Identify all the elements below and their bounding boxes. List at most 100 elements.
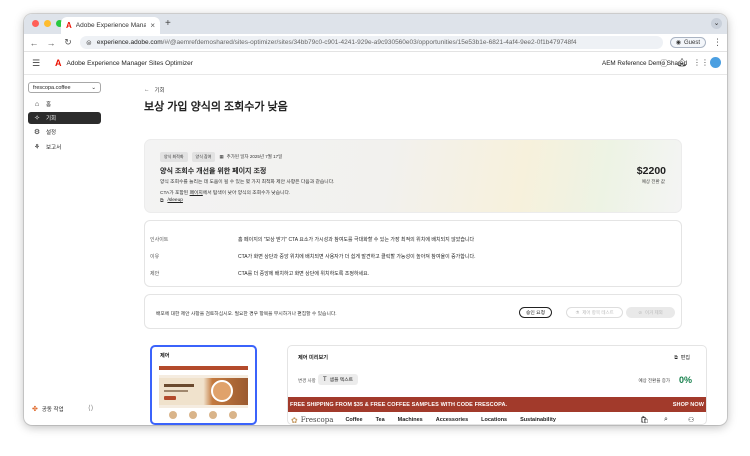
app-title: Adobe Experience Manager Sites Optimizer bbox=[66, 59, 193, 67]
account-icon[interactable]: ⚇ bbox=[688, 416, 694, 424]
sidebar-item-opportunities[interactable]: ✧ 기회 bbox=[28, 112, 101, 124]
browser-toolbar: ← → ↻ ⊜ experience.adobe.com/#/@aemrefde… bbox=[24, 34, 727, 52]
collaboration-button[interactable]: ✤ 공동 작업 bbox=[32, 405, 64, 413]
promo-text: FREE SHIPPING FROM $35 & FREE COFFEE SAM… bbox=[290, 401, 508, 408]
insight-label: 인사이트 bbox=[150, 237, 169, 243]
flower-logo-icon: ✿ bbox=[291, 415, 298, 425]
close-window-button[interactable] bbox=[32, 20, 39, 27]
sidebar-item-label: 설정 bbox=[46, 130, 57, 136]
reload-icon[interactable]: ↻ bbox=[63, 37, 73, 48]
calendar-icon: ▦ bbox=[219, 154, 224, 159]
frescopa-logo[interactable]: ✿ Frescopa bbox=[291, 416, 333, 425]
promo-banner: FREE SHIPPING FROM $35 & FREE COFFEE SAM… bbox=[288, 397, 706, 412]
edit-button[interactable]: ⧉ 편집 bbox=[674, 354, 690, 362]
app-header: ☰ A Adobe Experience Manager Sites Optim… bbox=[24, 52, 727, 75]
tag-chip: 양식 최적화 bbox=[160, 152, 188, 162]
control-preview-panel: 제어 미리보기 ⧉ 편집 변경 사항 T 샘플 텍스트 예상 전환율 증가 0%… bbox=[287, 345, 707, 425]
page-url-link[interactable]: ⧉ /sleeup bbox=[160, 198, 183, 204]
sidebar-item-label: 기회 bbox=[46, 116, 57, 122]
ignore-label: 이거 제외 bbox=[644, 309, 663, 315]
projected-value-label: 예상 전환 값 bbox=[641, 179, 665, 184]
site-nav-accessories[interactable]: Accessories bbox=[436, 417, 468, 423]
search-icon[interactable]: ⌕ bbox=[664, 416, 668, 424]
window-controls bbox=[32, 20, 63, 27]
org-switcher[interactable]: AEM Reference Demo Shared bbox=[602, 60, 687, 67]
page-link[interactable]: 페이지 bbox=[190, 191, 203, 196]
browser-window: A Adobe Experience Manager S × + ⌄ ← → ↻… bbox=[24, 14, 727, 425]
opportunity-summary-card: 양식 최적화 양식 참여 ▦ 추가된 일자 2025년 7월 17일 양식 조회… bbox=[144, 139, 682, 213]
help-icon[interactable]: ⓘ bbox=[660, 58, 668, 69]
sample-text-chip[interactable]: T 샘플 텍스트 bbox=[318, 374, 359, 385]
suggestion-row: 제안 CTA를 더 중앙에 배치하고 화면 상단에 위치하도록 조정하세요. bbox=[150, 270, 369, 277]
close-icon[interactable]: × bbox=[150, 21, 155, 30]
profile-icon: ◉ bbox=[675, 40, 681, 46]
browser-menu-icon[interactable]: ⋮ bbox=[713, 37, 722, 48]
back-arrow-icon[interactable]: ← bbox=[29, 38, 39, 48]
url-host: experience.adobe.com bbox=[96, 39, 163, 46]
opportunity-title: 양식 조회수 개선을 위한 페이지 조정 bbox=[160, 168, 267, 175]
adobe-logo-icon: A bbox=[55, 58, 62, 68]
sidebar-item-settings[interactable]: ⚙ 설정 bbox=[28, 126, 101, 138]
ab-test-label: 제어 항목 테스트 bbox=[582, 309, 614, 315]
avatar[interactable] bbox=[710, 57, 721, 68]
tab-strip: A Adobe Experience Manager S × + ⌄ bbox=[24, 14, 727, 34]
sidebar-item-label: 보고서 bbox=[46, 145, 62, 151]
new-tab-button[interactable]: + bbox=[165, 18, 171, 29]
adobe-logo-icon: A bbox=[66, 21, 72, 30]
back-label: 기회 bbox=[154, 88, 165, 94]
sidebar-item-reports[interactable]: ⚘ 보고서 bbox=[28, 141, 101, 153]
conversion-label: 예상 전환율 증가 bbox=[638, 378, 670, 383]
address-bar[interactable]: ⊜ experience.adobe.com/#/@aemrefdemoshar… bbox=[80, 36, 663, 49]
page-url-text: /sleeup bbox=[167, 198, 183, 203]
url-path: /#/@aemrefdemoshared/sites-optimizer/sit… bbox=[162, 39, 577, 46]
browser-tab[interactable]: A Adobe Experience Manager S × bbox=[61, 17, 160, 34]
projected-value: $2200 bbox=[636, 165, 666, 177]
collaboration-icon: ✤ bbox=[32, 406, 38, 413]
chevron-down-icon: ⌄ bbox=[91, 84, 96, 91]
site-logo-text: Frescopa bbox=[300, 416, 334, 424]
insight-card: 인사이트 홈 페이지의 "보상 받기" CTA 요소가 가시성과 참여도를 극대… bbox=[144, 220, 682, 287]
back-link[interactable]: ← 기회 bbox=[144, 86, 165, 94]
change-label: 변경 사항 bbox=[298, 378, 316, 383]
tab-search-button[interactable]: ⌄ bbox=[711, 18, 722, 29]
opportunity-icon: ✧ bbox=[34, 115, 40, 122]
edit-icon: ⧉ bbox=[674, 354, 678, 361]
home-icon: ⌂ bbox=[34, 100, 40, 108]
opportunity-description: 양식 조회수를 늘리는 데 도움이 될 수 있는 몇 가지 최적화 제안 사항은… bbox=[160, 180, 335, 185]
site-navigation: ✿ Frescopa Coffee Tea Machines Accessori… bbox=[288, 412, 706, 425]
minimize-window-button[interactable] bbox=[44, 20, 51, 27]
site-selector[interactable]: frescopa.coffee ⌄ bbox=[28, 82, 101, 93]
apps-grid-icon[interactable]: ⋮⋮ bbox=[693, 58, 709, 67]
shop-now-link[interactable]: SHOP NOW bbox=[673, 402, 704, 408]
reason-value: CTA가 화면 상단과 중앙 위치에 배치되면 사용자가 더 쉽게 발견하고 클… bbox=[238, 254, 476, 260]
tag-chip: 양식 참여 bbox=[191, 152, 216, 162]
gear-icon: ⚙ bbox=[33, 129, 41, 136]
site-nav-locations[interactable]: Locations bbox=[481, 417, 507, 423]
reason-row: 이유 CTA가 화면 상단과 중앙 위치에 배치되면 사용자가 더 쉽게 발견하… bbox=[150, 253, 475, 260]
ab-test-button[interactable]: ⚗ 제어 항목 테스트 bbox=[566, 307, 623, 318]
cart-icon[interactable]: 🛍︎ bbox=[640, 416, 649, 424]
notifications-bell-icon[interactable]: 🔔︎ bbox=[677, 58, 687, 67]
sidebar-item-home[interactable]: ⌂ 홈 bbox=[28, 98, 101, 110]
ignore-button[interactable]: ⊘ 이거 제외 bbox=[626, 307, 675, 318]
site-nav-coffee[interactable]: Coffee bbox=[345, 417, 362, 423]
control-thumbnail bbox=[159, 366, 248, 422]
control-variant-card[interactable]: 제어 bbox=[150, 345, 257, 425]
control-label: 제어 bbox=[160, 353, 170, 359]
site-info-icon[interactable]: ⊜ bbox=[86, 39, 92, 47]
guest-profile-button[interactable]: ◉ Guest bbox=[669, 37, 706, 48]
request-approval-button[interactable]: 승인 요청 bbox=[519, 307, 552, 318]
link-icon: ⧉ bbox=[160, 199, 164, 204]
added-date-text: 추가된 일자 2025년 7월 17일 bbox=[226, 154, 283, 159]
guest-label: Guest bbox=[683, 39, 700, 46]
site-nav-machines[interactable]: Machines bbox=[398, 417, 423, 423]
tag-list: 양식 최적화 양식 참여 ▦ 추가된 일자 2025년 7월 17일 bbox=[160, 152, 282, 162]
forward-arrow-icon[interactable]: → bbox=[46, 38, 56, 48]
ignore-icon: ⊘ bbox=[638, 309, 642, 315]
collapse-sidebar-icon[interactable]: ⟨⟩ bbox=[88, 404, 93, 412]
site-nav-sustainability[interactable]: Sustainability bbox=[520, 417, 556, 423]
review-instructions: 배포에 대한 제안 사항을 검토하십시오. 필요한 경우 항목을 무시하거나 편… bbox=[156, 312, 337, 317]
hamburger-menu-icon[interactable]: ☰ bbox=[32, 58, 46, 69]
page-title: 보상 가입 양식의 조회수가 낮음 bbox=[144, 101, 288, 113]
site-nav-tea[interactable]: Tea bbox=[376, 417, 385, 423]
